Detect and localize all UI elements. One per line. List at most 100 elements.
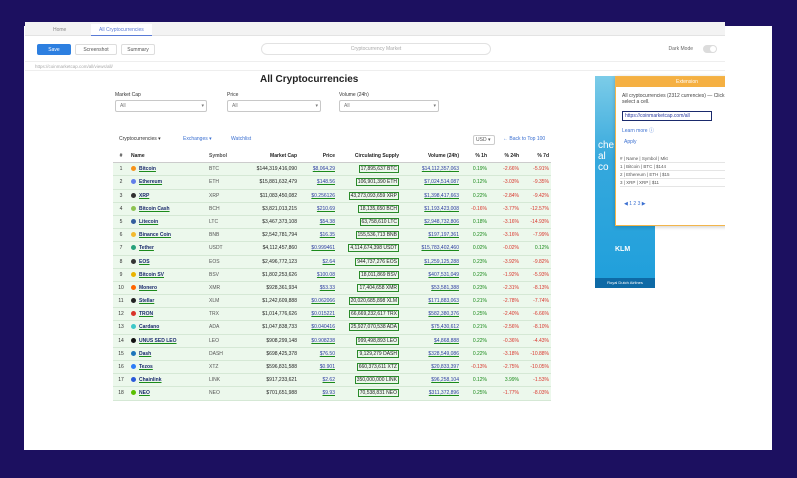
table-row[interactable]: 8 EOS EOS $2,496,772,123 $2.64 944,737,276 EO…: [113, 255, 551, 269]
table-row[interactable]: 10 Monero XMR $928,361,934 $53.33 17,404,658 …: [113, 281, 551, 296]
table-row[interactable]: 17 Chainlink LINK $917,233,621 $2.62 350,000,…: [113, 374, 551, 388]
volume-link[interactable]: $53,581,388: [431, 285, 459, 291]
volume-cell[interactable]: $7,024,514,087: [401, 176, 459, 189]
header-name[interactable]: Name: [131, 150, 205, 163]
volume-cell[interactable]: $96,258,104: [401, 374, 459, 387]
table-row[interactable]: 15 Dash DASH $698,425,378 $76.50 9,129,279 DA…: [113, 347, 551, 361]
coin-name-link[interactable]: Bitcoin: [139, 166, 156, 172]
name-cell[interactable]: XRP: [131, 190, 205, 203]
tab-all-cryptocurrencies[interactable]: All Cryptocurrencies: [91, 24, 152, 36]
header-1h[interactable]: % 1h: [461, 150, 487, 163]
volume-cell[interactable]: $171,883,063: [401, 295, 459, 308]
header-rank[interactable]: #: [113, 150, 129, 163]
volume-cell[interactable]: $14,112,357,063: [401, 163, 459, 176]
price-link[interactable]: $0.040416: [311, 324, 335, 330]
volume-link[interactable]: $1,398,417,663: [424, 193, 459, 199]
volume-link[interactable]: $1,193,423,008: [424, 206, 459, 212]
price-cell[interactable]: $210.69: [299, 203, 335, 216]
header-volume[interactable]: Volume (24h): [401, 150, 459, 163]
volume-link[interactable]: $7,024,514,087: [424, 179, 459, 185]
name-cell[interactable]: NEO: [131, 387, 205, 400]
coin-name-link[interactable]: TRON: [139, 311, 153, 317]
price-cell[interactable]: $53.33: [299, 282, 335, 295]
price-select[interactable]: All: [227, 100, 321, 112]
coin-name-link[interactable]: Cardano: [139, 324, 159, 330]
coin-name-link[interactable]: Monero: [139, 285, 157, 291]
coin-name-link[interactable]: Tezos: [139, 364, 153, 370]
volume-link[interactable]: $328,549,086: [428, 351, 459, 357]
header-market-cap[interactable]: Market Cap: [241, 150, 297, 163]
name-cell[interactable]: UNUS SED LEO: [131, 335, 205, 348]
table-row[interactable]: 11 Stellar XLM $1,242,609,888 $0.062066 20,02…: [113, 295, 551, 309]
name-cell[interactable]: Cardano: [131, 321, 205, 334]
name-cell[interactable]: Stellar: [131, 295, 205, 308]
table-row[interactable]: 12 TRON TRX $1,014,776,626 $0.015221 66,669,2…: [113, 308, 551, 322]
volume-link[interactable]: $171,883,063: [428, 298, 459, 304]
price-cell[interactable]: $8,064.29: [299, 163, 335, 176]
volume-link[interactable]: $1,259,125,288: [424, 259, 459, 265]
price-link[interactable]: $0.015221: [311, 311, 335, 317]
price-cell[interactable]: $0.040416: [299, 321, 335, 334]
name-cell[interactable]: EOS: [131, 256, 205, 269]
table-row[interactable]: 2 Ethereum ETH $15,881,632,479 $148.56 106,90…: [113, 176, 551, 190]
volume-cell[interactable]: $1,259,125,288: [401, 256, 459, 269]
table-row[interactable]: 4 Bitcoin Cash BCH $3,821,013,215 $210.69 18,…: [113, 202, 551, 216]
name-cell[interactable]: Bitcoin SV: [131, 269, 205, 282]
volume-cell[interactable]: $75,430,612: [401, 321, 459, 334]
volume-link[interactable]: $15,783,402,460: [421, 245, 459, 251]
price-cell[interactable]: $0.908238: [299, 335, 335, 348]
table-row[interactable]: 14 UNUS SED LEO LEO $908,299,148 $0.908238 99…: [113, 334, 551, 348]
url-bar[interactable]: https://coinmarketcap.com/all/views/all/: [25, 61, 725, 71]
volume-link[interactable]: $75,430,612: [431, 324, 459, 330]
table-row[interactable]: 6 Binance Coin BNB $2,542,781,794 $16.35 155,…: [113, 229, 551, 243]
header-symbol[interactable]: Symbol: [209, 150, 239, 163]
price-link[interactable]: $9.93: [322, 390, 335, 396]
volume-link[interactable]: $4,868,888: [434, 338, 459, 344]
price-link[interactable]: $76.50: [320, 351, 335, 357]
name-cell[interactable]: Ethereum: [131, 176, 205, 189]
volume-link[interactable]: $2,948,732,806: [424, 219, 459, 225]
coin-name-link[interactable]: XRP: [139, 193, 149, 199]
price-link[interactable]: $16.35: [320, 232, 335, 238]
header-7d[interactable]: % 7d: [521, 150, 549, 163]
volume-link[interactable]: $407,531,049: [428, 272, 459, 278]
price-cell[interactable]: $54.38: [299, 216, 335, 229]
price-link[interactable]: $54.38: [320, 219, 335, 225]
name-cell[interactable]: Litecoin: [131, 216, 205, 229]
market-cap-select[interactable]: All: [115, 100, 207, 112]
table-row[interactable]: 1 Bitcoin BTC $144,319,416,090 $8,064.29 17,8…: [113, 163, 551, 177]
price-cell[interactable]: $100.08: [299, 269, 335, 282]
volume-link[interactable]: $14,112,357,063: [422, 166, 459, 172]
volume-cell[interactable]: $1,193,423,008: [401, 203, 459, 216]
tab-cryptocurrencies[interactable]: Cryptocurrencies ▾: [119, 136, 161, 142]
coin-name-link[interactable]: Binance Coin: [139, 232, 171, 238]
screenshot-button[interactable]: Screenshot: [75, 44, 117, 55]
coin-name-link[interactable]: Stellar: [139, 298, 154, 304]
header-price[interactable]: Price: [299, 150, 335, 163]
price-link[interactable]: $0.256126: [311, 193, 335, 199]
volume-cell[interactable]: $328,549,086: [401, 348, 459, 361]
price-cell[interactable]: $0.015221: [299, 308, 335, 321]
coin-name-link[interactable]: Ethereum: [139, 179, 162, 185]
volume-select[interactable]: All: [339, 100, 439, 112]
currency-select[interactable]: USD ▾: [473, 135, 495, 145]
popup-apply-button[interactable]: Apply: [624, 139, 637, 145]
tab-home[interactable]: Home: [45, 24, 74, 36]
price-cell[interactable]: $2.62: [299, 374, 335, 387]
coin-name-link[interactable]: Bitcoin SV: [139, 272, 164, 278]
coin-name-link[interactable]: Bitcoin Cash: [139, 206, 170, 212]
table-row[interactable]: 13 Cardano ADA $1,047,838,733 $0.040416 25,92…: [113, 321, 551, 335]
name-cell[interactable]: Tether: [131, 242, 205, 255]
coin-name-link[interactable]: EOS: [139, 259, 150, 265]
name-cell[interactable]: Bitcoin Cash: [131, 203, 205, 216]
price-link[interactable]: $53.33: [320, 285, 335, 291]
tab-exchanges[interactable]: Exchanges ▾: [183, 136, 212, 142]
coin-name-link[interactable]: Litecoin: [139, 219, 158, 225]
volume-link[interactable]: $197,197,361: [428, 232, 459, 238]
table-row[interactable]: 3 XRP XRP $11,083,450,082 $0.256126 43,273,09…: [113, 189, 551, 203]
price-link[interactable]: $0.901: [320, 364, 335, 370]
popup-url-input[interactable]: https://coinmarketcap.com/all: [622, 111, 712, 121]
table-row[interactable]: 18 NEO NEO $701,651,988 $9.93 70,538,831 NEO $…: [113, 387, 551, 401]
table-row[interactable]: 16 Tezos XTZ $596,831,588 $0.901 660,373,611 …: [113, 361, 551, 375]
price-link[interactable]: $8,064.29: [313, 166, 335, 172]
